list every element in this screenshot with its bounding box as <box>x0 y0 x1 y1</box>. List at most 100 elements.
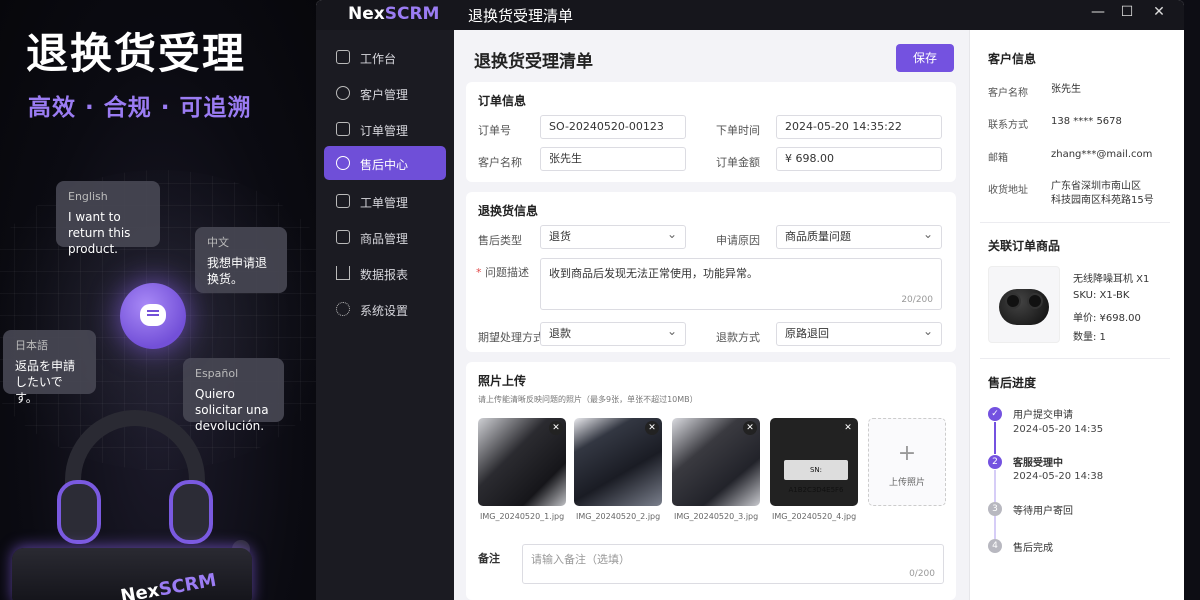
right-panel: 客户信息 客户名称 张先生 联系方式 138 **** 5678 邮箱 zhan… <box>969 30 1184 600</box>
reason-select[interactable]: 商品质量问题 <box>776 223 942 249</box>
product-price: 单价: ¥698.00 <box>1073 313 1141 324</box>
address-line2: 科技园南区科苑路15号 <box>1051 195 1154 206</box>
customer-name-value: 张先生 <box>1051 84 1081 95</box>
close-button[interactable]: ✕ <box>1149 4 1169 20</box>
photo-thumbnail[interactable]: SN: A1B2C3D4E5F6 ✕ <box>770 418 858 506</box>
sidebar-item-label: 售后中心 <box>360 158 409 172</box>
address-line1: 广东省深圳市南山区 <box>1051 181 1141 192</box>
sidebar-item-after-sales[interactable]: 售后中心 <box>324 146 446 180</box>
sidebar-item-label: 数据报表 <box>360 268 409 282</box>
box-icon <box>336 230 350 244</box>
step-number: 3 <box>988 502 1002 516</box>
step-title: 等待用户寄回 <box>1013 506 1073 517</box>
order-amount-field[interactable]: ¥ 698.00 <box>776 147 942 171</box>
customer-name-label: 客户名称 <box>478 156 522 169</box>
bubble-language: 中文 <box>207 236 229 249</box>
remark-counter: 0/200 <box>909 569 935 579</box>
photo-filename: IMG_20240520_4.jpg <box>772 512 857 521</box>
service-type-label: 售后类型 <box>478 234 522 247</box>
email-value: zhang***@mail.com <box>1051 149 1153 160</box>
product-quantity: 数量: 1 <box>1073 332 1106 343</box>
sidebar-item-label: 工单管理 <box>360 196 409 210</box>
sidebar-item-tickets[interactable]: 工单管理 <box>324 184 446 218</box>
app-window: NexSCRM 退换货受理清单 — ☐ ✕ 工作台 客户管理 订单管理 售后中心… <box>316 0 1184 600</box>
close-icon[interactable]: ✕ <box>645 421 659 435</box>
close-icon[interactable]: ✕ <box>549 421 563 435</box>
speech-bubble-japanese: 日本語 返品を申請したいです。 <box>3 330 96 405</box>
photo-upload-card: 照片上传 请上传能清晰反映问题的照片（最多9张，单张不超过10MB） ✕ IMG… <box>466 362 956 600</box>
sidebar-item-label: 系统设置 <box>360 304 409 318</box>
divider <box>980 222 1170 223</box>
photo-filename: IMG_20240520_3.jpg <box>674 512 759 521</box>
chart-icon <box>336 266 350 280</box>
progress-title: 售后进度 <box>988 376 1037 390</box>
maximize-button[interactable]: ☐ <box>1117 4 1137 20</box>
order-time-field[interactable]: 2024-05-20 14:35:22 <box>776 115 942 139</box>
sidebar-item-reports[interactable]: 数据报表 <box>324 256 446 290</box>
sidebar-item-settings[interactable]: 系统设置 <box>324 292 446 326</box>
description-label: * 问题描述 <box>476 266 529 279</box>
sidebar-item-workbench[interactable]: 工作台 <box>324 40 446 74</box>
address-label: 收货地址 <box>988 185 1028 196</box>
product-name: 无线降噪耳机 X1 <box>1073 274 1150 285</box>
divider <box>980 358 1170 359</box>
customer-name-field[interactable]: 张先生 <box>540 147 686 171</box>
description-counter: 20/200 <box>901 295 933 305</box>
photo-thumbnail[interactable]: ✕ <box>574 418 662 506</box>
plus-icon: + <box>897 441 917 466</box>
order-time-label: 下单时间 <box>716 124 760 137</box>
title-bar: NexSCRM 退换货受理清单 — ☐ ✕ <box>316 0 1184 30</box>
remark-label: 备注 <box>478 552 500 565</box>
sidebar-item-label: 客户管理 <box>360 88 409 102</box>
expected-handling-label: 期望处理方式 <box>478 331 544 344</box>
order-amount-label: 订单金额 <box>716 156 760 169</box>
return-info-card: 退换货信息 售后类型 退货 申请原因 商品质量问题 * 问题描述 收到商品后发现… <box>466 192 956 352</box>
bubble-text: 我想申请退换货。 <box>207 256 268 286</box>
sidebar-item-products[interactable]: 商品管理 <box>324 220 446 254</box>
chat-bubble-icon <box>120 283 186 349</box>
section-title: 退换货信息 <box>478 204 539 218</box>
order-no-field[interactable]: SO-20240520-00123 <box>540 115 686 139</box>
refund-method-label: 退款方式 <box>716 331 760 344</box>
upload-hint: 请上传能清晰反映问题的照片（最多9张，单张不超过10MB） <box>478 395 698 404</box>
section-title: 照片上传 <box>478 374 527 388</box>
photo-thumbnail[interactable]: ✕ <box>478 418 566 506</box>
app-logo: NexSCRM <box>348 4 440 24</box>
description-textarea[interactable]: 收到商品后发现无法正常使用，功能异常。 20/200 <box>540 258 942 310</box>
remark-placeholder: 请输入备注（选填） <box>531 553 630 566</box>
check-icon: ✓ <box>988 407 1002 421</box>
close-icon[interactable]: ✕ <box>841 421 855 435</box>
user-icon <box>336 86 350 100</box>
refund-method-select[interactable]: 原路退回 <box>776 320 942 346</box>
email-label: 邮箱 <box>988 153 1008 164</box>
bubble-text: I want to return this product. <box>68 210 131 256</box>
speech-bubble-chinese: 中文 我想申请退换货。 <box>195 227 287 293</box>
close-icon[interactable]: ✕ <box>743 421 757 435</box>
expected-handling-select[interactable]: 退款 <box>540 320 686 346</box>
progress-line <box>994 470 996 502</box>
minimize-button[interactable]: — <box>1088 4 1108 20</box>
headset-illustration <box>55 410 215 560</box>
sidebar-item-orders[interactable]: 订单管理 <box>324 112 446 146</box>
order-no-label: 订单号 <box>478 124 511 137</box>
step-time: 2024-05-20 14:35 <box>1013 424 1104 435</box>
workbench-icon <box>336 50 350 64</box>
sidebar-item-label: 工作台 <box>360 52 397 66</box>
order-info-card: 订单信息 订单号 SO-20240520-00123 下单时间 2024-05-… <box>466 82 956 182</box>
gear-icon <box>336 302 350 316</box>
contact-label: 联系方式 <box>988 120 1028 131</box>
contact-value: 138 **** 5678 <box>1051 116 1122 127</box>
photo-filename: IMG_20240520_2.jpg <box>576 512 661 521</box>
sidebar-item-customers[interactable]: 客户管理 <box>324 76 446 110</box>
upload-photo-button[interactable]: + 上传照片 <box>868 418 946 506</box>
bubble-text: 返品を申請したいです。 <box>15 359 76 405</box>
promo-panel: 退换货受理 高效 · 合规 · 可追溯 English I want to re… <box>0 0 320 600</box>
order-icon <box>336 122 350 136</box>
related-product-title: 关联订单商品 <box>988 239 1061 253</box>
description-text: 收到商品后发现无法正常使用，功能异常。 <box>549 267 758 280</box>
service-type-select[interactable]: 退货 <box>540 223 686 249</box>
remark-textarea[interactable]: 请输入备注（选填） 0/200 <box>522 544 944 584</box>
save-button[interactable]: 保存 <box>896 44 954 72</box>
ticket-icon <box>336 194 350 208</box>
photo-thumbnail[interactable]: ✕ <box>672 418 760 506</box>
